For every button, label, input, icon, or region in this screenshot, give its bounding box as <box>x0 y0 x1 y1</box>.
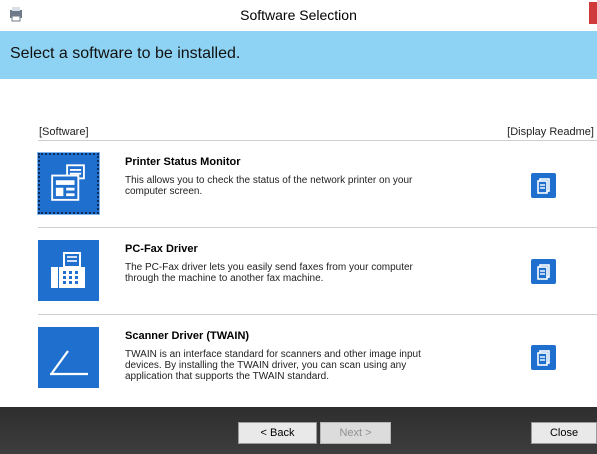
divider <box>38 140 597 141</box>
window-close-button[interactable] <box>589 2 597 24</box>
software-name: Printer Status Monitor <box>125 156 241 168</box>
printer-status-monitor-tile[interactable] <box>37 152 100 215</box>
fax-machine-icon <box>51 252 85 288</box>
software-description: TWAIN is an interface standard for scann… <box>125 349 421 382</box>
scanner-icon <box>50 350 88 376</box>
readme-column-header: [Display Readme] <box>507 126 594 138</box>
back-button[interactable]: < Back <box>238 422 317 444</box>
software-name: PC-Fax Driver <box>125 243 198 255</box>
next-button[interactable]: Next > <box>320 422 391 444</box>
printer-status-icon <box>51 164 85 201</box>
divider <box>38 314 597 315</box>
software-name: Scanner Driver (TWAIN) <box>125 330 250 342</box>
close-button[interactable]: Close <box>531 422 597 444</box>
instruction-header: Select a software to be installed. <box>0 31 597 79</box>
software-description: This allows you to check the status of t… <box>125 175 413 197</box>
document-icon <box>537 178 550 194</box>
scanner-driver-tile[interactable] <box>38 327 99 388</box>
instruction-text: Select a software to be installed. <box>10 45 241 62</box>
pc-fax-driver-tile[interactable] <box>38 240 99 301</box>
software-column-header: [Software] <box>39 126 89 138</box>
display-readme-button[interactable] <box>531 173 556 198</box>
divider <box>38 227 597 228</box>
window-title: Software Selection <box>240 7 357 23</box>
display-readme-button[interactable] <box>531 345 556 370</box>
software-description: The PC-Fax driver lets you easily send f… <box>125 262 413 284</box>
title-bar: Software Selection <box>0 0 597 31</box>
display-readme-button[interactable] <box>531 259 556 284</box>
document-icon <box>537 264 550 280</box>
document-icon <box>537 350 550 366</box>
